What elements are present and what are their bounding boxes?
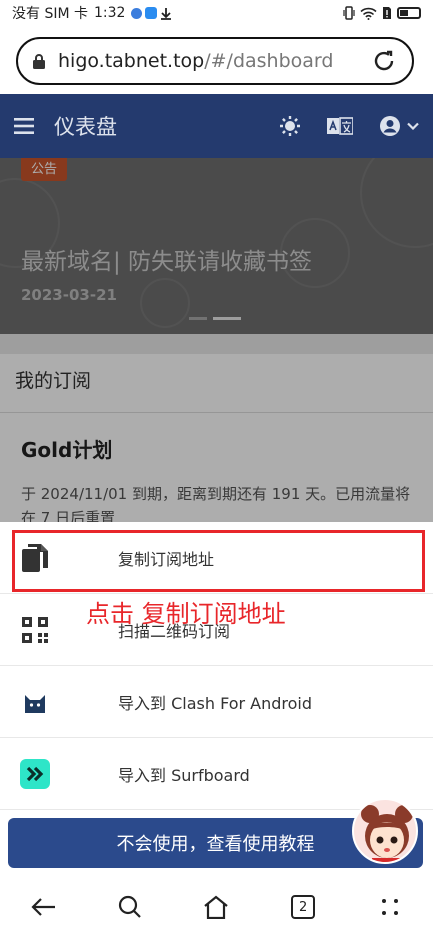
user-avatar-icon (380, 116, 400, 136)
home-icon (204, 895, 229, 919)
menu-icon[interactable] (14, 118, 34, 134)
theme-toggle-icon[interactable] (279, 115, 301, 137)
carousel-indicators (189, 317, 241, 320)
url-host: higo.tabnet.top (58, 50, 205, 72)
battery-icon (397, 7, 421, 19)
decor-circle (360, 158, 433, 248)
vibrate-icon (343, 6, 355, 20)
sim-alert-icon (383, 7, 391, 19)
page-title: 仪表盘 (54, 115, 117, 139)
notice-carousel[interactable]: 公告 最新域名| 防失联请收藏书签 2023-03-21 (0, 158, 433, 334)
user-menu[interactable] (379, 115, 419, 137)
back-arrow-icon (31, 898, 56, 916)
copy-subscription-label: 复制订阅地址 (118, 549, 215, 569)
language-icon[interactable] (327, 117, 353, 135)
import-surfboard-label: 导入到 Surfboard (118, 765, 250, 785)
subscription-card: 我的订阅 Gold计划 于 2024/11/01 到期，距离到期还有 191 天… (0, 354, 433, 528)
download-icon (161, 7, 172, 20)
subscription-action-sheet: 复制订阅地址 扫描二维码订阅 导入到 Clash For Android 导入到… (0, 522, 433, 934)
chevron-down-icon (407, 122, 419, 130)
decor-circle (140, 278, 190, 328)
assistant-avatar[interactable] (352, 798, 418, 864)
status-bar: 没有 SIM 卡 1:32 (0, 0, 433, 26)
surfboard-icon (20, 758, 50, 789)
notice-title: 最新域名| 防失联请收藏书签 (21, 249, 313, 275)
divider (0, 412, 433, 413)
tabs-button[interactable]: 2 (283, 887, 323, 927)
wifi-icon (360, 7, 377, 20)
carousel-dot[interactable] (189, 317, 207, 320)
import-surfboard-item[interactable]: 导入到 Surfboard (0, 738, 433, 810)
subscription-heading: 我的订阅 (15, 370, 92, 392)
notice-badge: 公告 (21, 158, 68, 181)
import-clash-label: 导入到 Clash For Android (118, 693, 313, 713)
search-app-icon (145, 7, 158, 19)
more-menu-button[interactable] (370, 887, 410, 927)
search-button[interactable] (110, 887, 150, 927)
app-header: 仪表盘 (0, 94, 433, 158)
clash-cat-icon (20, 687, 50, 717)
copy-subscription-item[interactable]: 复制订阅地址 (0, 522, 433, 594)
qrcode-icon (20, 615, 50, 645)
browser-bottom-nav: 2 (0, 880, 433, 934)
reload-icon[interactable] (370, 47, 398, 75)
carousel-dot-active[interactable] (213, 317, 241, 320)
browser-toolbar: higo.tabnet.top/#/dashboard (0, 26, 433, 94)
lock-icon (33, 54, 45, 69)
back-button[interactable] (23, 887, 63, 927)
tab-count: 2 (291, 895, 316, 919)
url-path: /#/dashboard (204, 50, 334, 72)
notice-date: 2023-03-21 (21, 286, 117, 304)
import-clash-item[interactable]: 导入到 Clash For Android (0, 666, 433, 738)
search-icon (118, 895, 141, 918)
clock-time: 1:32 (94, 5, 126, 21)
dashboard-content: 公告 最新域名| 防失联请收藏书签 2023-03-21 我的订阅 Gold计划… (0, 158, 433, 528)
instruction-annotation: 点击 复制订阅地址 (86, 600, 286, 628)
address-bar[interactable]: higo.tabnet.top/#/dashboard (16, 37, 414, 85)
home-button[interactable] (196, 887, 236, 927)
carrier-text: 没有 SIM 卡 (12, 6, 88, 22)
plan-name: Gold计划 (21, 438, 113, 462)
notification-icon (131, 7, 143, 19)
copy-icon (20, 543, 50, 573)
more-dots-icon (381, 899, 398, 915)
